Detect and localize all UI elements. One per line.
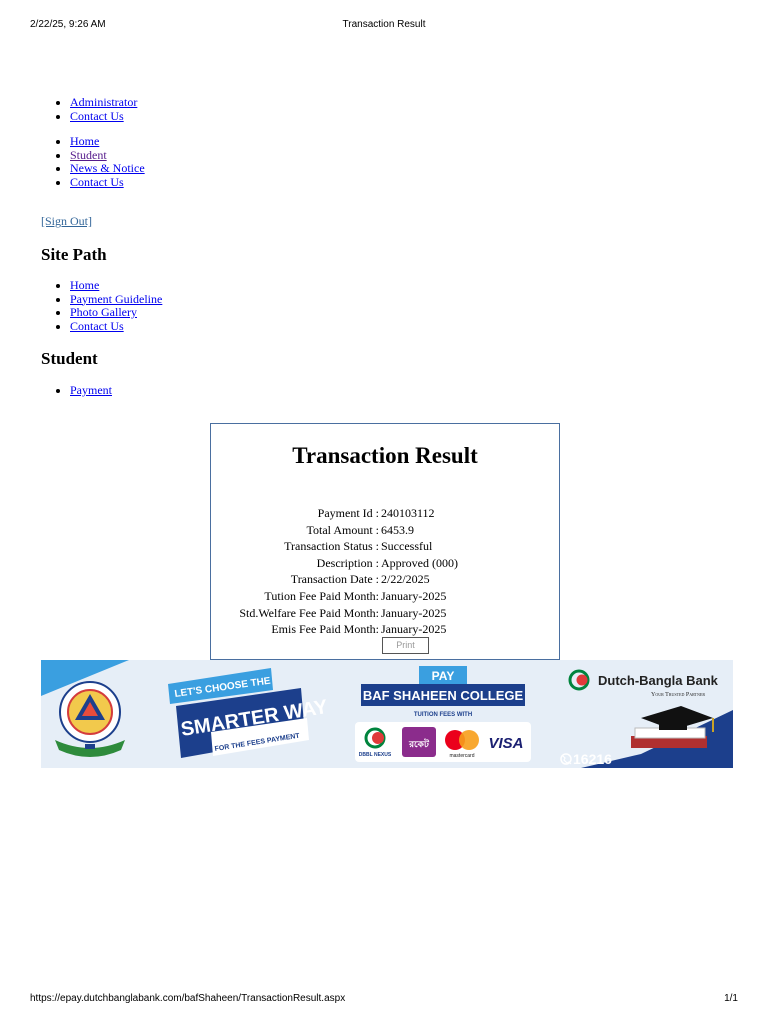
tution-fee-month-value: January-2025 [381, 588, 447, 603]
welfare-fee-month-value: January-2025 [381, 605, 447, 620]
menu-contact-us-link[interactable]: Contact Us [70, 175, 124, 189]
tution-fee-row: Tution Fee Paid Month: January-2025 [211, 588, 458, 605]
transaction-date-row: Transaction Date :2/22/2025 [211, 571, 458, 588]
pay-text: PAY [432, 669, 455, 683]
print-title: Transaction Result [342, 19, 426, 30]
hotline-number: 16216 [573, 751, 612, 767]
payment-banner: LET'S CHOOSE THE SMARTER WAY FOR THE FEE… [41, 660, 733, 768]
visa-text: VISA [488, 735, 523, 752]
payment-guideline-link[interactable]: Payment Guideline [70, 292, 162, 306]
menu-item: Contact Us [70, 175, 145, 190]
row-label: Description : [316, 555, 379, 570]
description-value: Approved (000) [381, 555, 458, 570]
contact-us-top-link[interactable]: Contact Us [70, 109, 124, 123]
bank-name-text: Dutch-Bangla Bank [598, 673, 719, 688]
payment-id-value: 240103112 [381, 506, 435, 520]
row-label: Payment Id : [317, 506, 379, 520]
transaction-details-table: Payment Id :240103112 Total Amount :6453… [211, 505, 458, 638]
site-path-item: Payment Guideline [70, 292, 162, 307]
transaction-result-title: Transaction Result [292, 443, 478, 468]
menu-item: Home [70, 134, 145, 149]
student-heading: Student [41, 349, 98, 368]
transaction-status-row: Transaction Status : Successful [211, 538, 458, 555]
site-path-item: Home [70, 278, 162, 293]
menu-home-link[interactable]: Home [70, 134, 99, 148]
menu-item: Student [70, 148, 145, 163]
dbbl-nexus-text: DBBL NEXUS [359, 752, 392, 758]
emis-fee-month-value: January-2025 [381, 622, 447, 637]
banner-graphic: LET'S CHOOSE THE SMARTER WAY FOR THE FEE… [41, 660, 733, 768]
student-list: Payment [41, 383, 112, 398]
student-item: Payment [70, 383, 112, 398]
total-amount-value: 6453.9 [381, 522, 414, 537]
photo-gallery-link[interactable]: Photo Gallery [70, 305, 137, 319]
tuition-with-text: TUITION FEES WITH [414, 712, 472, 718]
site-path-contact-us-link[interactable]: Contact Us [70, 319, 124, 333]
transaction-result-panel: Transaction Result Payment Id :240103112… [210, 423, 560, 660]
transaction-date-value: 2/22/2025 [381, 572, 430, 587]
menu-item: News & Notice [70, 161, 145, 176]
print-header: 2/22/25, 9:26 AM Transaction Result [30, 19, 738, 33]
administrator-link[interactable]: Administrator [70, 95, 137, 109]
college-name-text: BAF SHAHEEN COLLEGE [363, 688, 524, 703]
emis-fee-row: Emis Fee Paid Month: January-2025 [211, 621, 458, 638]
page-number: 1/1 [724, 993, 738, 1004]
bank-tagline-text: Your Trusted Partner [651, 692, 705, 698]
top-links: Administrator Contact Us [41, 95, 137, 124]
mastercard-text: mastercard [449, 753, 474, 759]
main-menu: Home Student News & Notice Contact Us [41, 134, 145, 190]
site-path-item: Photo Gallery [70, 305, 162, 320]
mastercard-logo: mastercard [445, 730, 479, 759]
payment-id-row: Payment Id :240103112 [211, 505, 458, 522]
row-label: Transaction Status : [284, 539, 379, 554]
menu-news-notice-link[interactable]: News & Notice [70, 161, 145, 175]
college-emblem [55, 681, 125, 757]
row-label: Tution Fee Paid Month: [264, 588, 379, 603]
site-path-heading: Site Path [41, 245, 107, 264]
total-amount-row: Total Amount :6453.9 [211, 522, 458, 539]
row-label: Emis Fee Paid Month: [271, 622, 379, 637]
description-row: Description : Approved (000) [211, 555, 458, 572]
transaction-status-value: Successful [381, 539, 433, 554]
sign-out-link[interactable]: [Sign Out] [41, 214, 92, 229]
dutch-bangla-bank-logo [568, 669, 590, 691]
row-label: Transaction Date : [290, 572, 379, 587]
site-path-list: Home Payment Guideline Photo Gallery Con… [41, 278, 162, 334]
welfare-fee-row: Std.Welfare Fee Paid Month: January-2025 [211, 605, 458, 622]
menu-student-link[interactable]: Student [70, 148, 107, 162]
row-label: Std.Welfare Fee Paid Month: [239, 605, 379, 620]
phone-icon [560, 753, 572, 765]
top-link-item: Administrator [70, 95, 137, 110]
top-link-item: Contact Us [70, 109, 137, 124]
print-button[interactable]: Print [382, 637, 429, 654]
payment-link[interactable]: Payment [70, 383, 112, 397]
site-path-home-link[interactable]: Home [70, 278, 99, 292]
site-path-item: Contact Us [70, 319, 162, 334]
row-label: Total Amount : [306, 522, 380, 537]
print-footer: https://epay.dutchbanglabank.com/bafShah… [30, 993, 738, 1007]
page-url: https://epay.dutchbanglabank.com/bafShah… [30, 993, 346, 1004]
